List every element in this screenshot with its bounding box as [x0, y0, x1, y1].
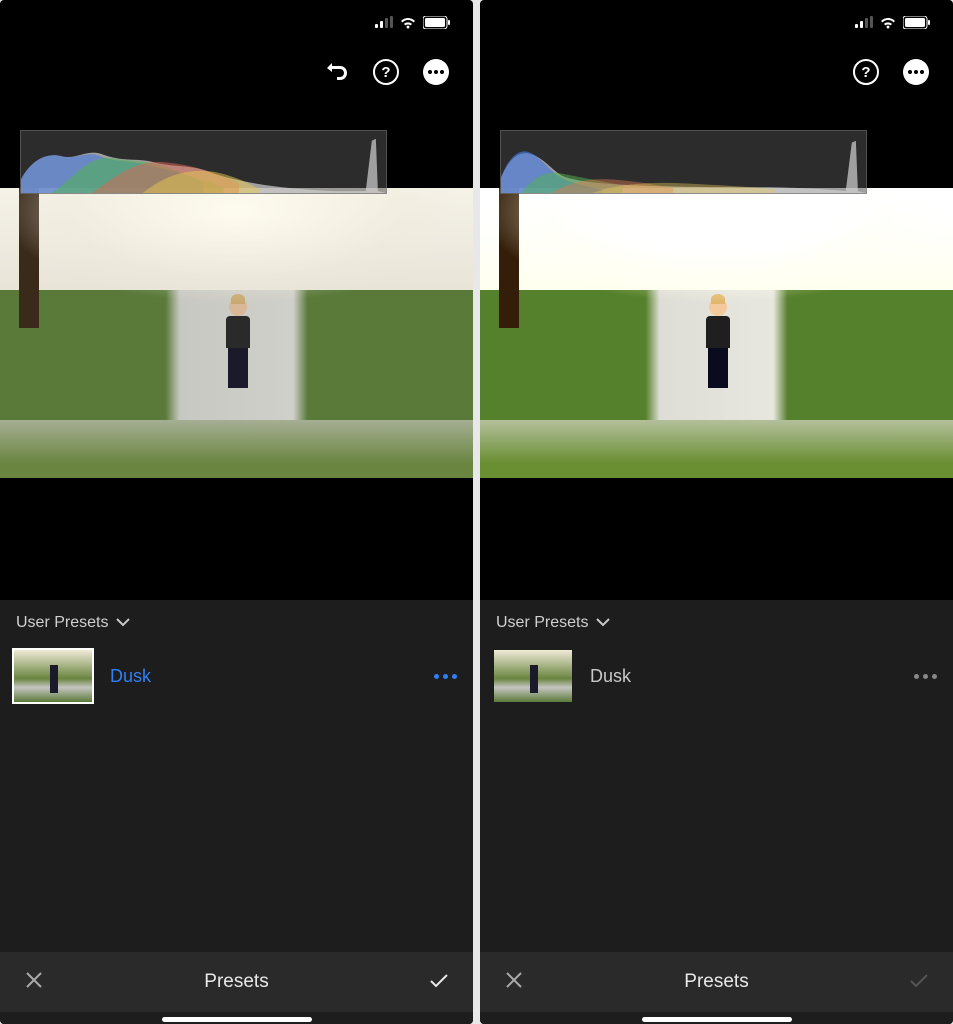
help-button[interactable]: ? — [851, 57, 881, 87]
preset-group-label: User Presets — [16, 614, 108, 632]
bottom-bar: Presets — [0, 952, 473, 1012]
battery-icon — [903, 16, 931, 29]
preset-more-button[interactable] — [914, 674, 937, 679]
wifi-icon — [879, 16, 897, 29]
top-toolbar: ? — [0, 44, 473, 100]
status-bar — [0, 0, 473, 44]
cellular-signal-icon — [375, 16, 393, 28]
presets-panel: User Presets Dusk Presets — [480, 600, 953, 1024]
help-icon: ? — [853, 59, 879, 85]
preset-item[interactable]: Dusk — [480, 646, 953, 706]
help-button[interactable]: ? — [371, 57, 401, 87]
more-menu-button[interactable] — [901, 57, 931, 87]
edited-photo — [480, 188, 953, 478]
preset-item[interactable]: Dusk — [0, 646, 473, 706]
chevron-down-icon — [116, 614, 130, 632]
more-icon — [423, 59, 449, 85]
histogram[interactable] — [500, 130, 867, 194]
photo-preview-area[interactable] — [480, 130, 953, 530]
top-toolbar: ? — [480, 44, 953, 100]
confirm-button[interactable] — [427, 969, 451, 995]
status-bar — [480, 0, 953, 44]
phone-left: ? User Presets — [0, 0, 473, 1024]
panel-title: Presets — [204, 971, 268, 993]
phone-right: ? User Presets — [480, 0, 953, 1024]
preset-group-label: User Presets — [496, 614, 588, 632]
chevron-down-icon — [596, 614, 610, 632]
edited-photo — [0, 188, 473, 478]
home-indicator[interactable] — [162, 1017, 312, 1022]
confirm-button — [907, 969, 931, 995]
battery-icon — [423, 16, 451, 29]
more-menu-button[interactable] — [421, 57, 451, 87]
help-icon: ? — [373, 59, 399, 85]
photo-preview-area[interactable] — [0, 130, 473, 530]
preset-name: Dusk — [110, 666, 416, 687]
presets-panel: User Presets Dusk Presets — [0, 600, 473, 1024]
preset-name: Dusk — [590, 666, 896, 687]
cancel-button[interactable] — [22, 969, 46, 995]
panel-title: Presets — [684, 971, 748, 993]
undo-button[interactable] — [321, 57, 351, 87]
bottom-bar: Presets — [480, 952, 953, 1012]
preset-thumbnail[interactable] — [494, 650, 572, 702]
home-indicator[interactable] — [642, 1017, 792, 1022]
cellular-signal-icon — [855, 16, 873, 28]
cancel-button[interactable] — [502, 969, 526, 995]
preset-thumbnail[interactable] — [14, 650, 92, 702]
preset-group-selector[interactable]: User Presets — [480, 600, 953, 646]
wifi-icon — [399, 16, 417, 29]
preset-more-button[interactable] — [434, 674, 457, 679]
more-icon — [903, 59, 929, 85]
histogram[interactable] — [20, 130, 387, 194]
preset-group-selector[interactable]: User Presets — [0, 600, 473, 646]
